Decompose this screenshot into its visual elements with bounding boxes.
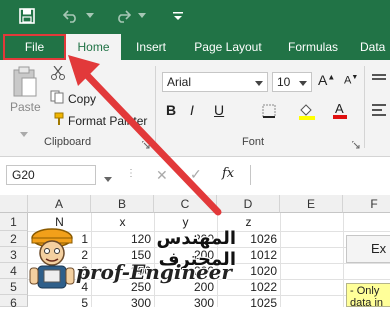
engineer-mascot-icon <box>26 226 78 296</box>
watermark-latin-text: prof-Engineer <box>76 260 232 284</box>
watermark-logo: المهندس المحترف prof-Engineer <box>26 226 236 298</box>
